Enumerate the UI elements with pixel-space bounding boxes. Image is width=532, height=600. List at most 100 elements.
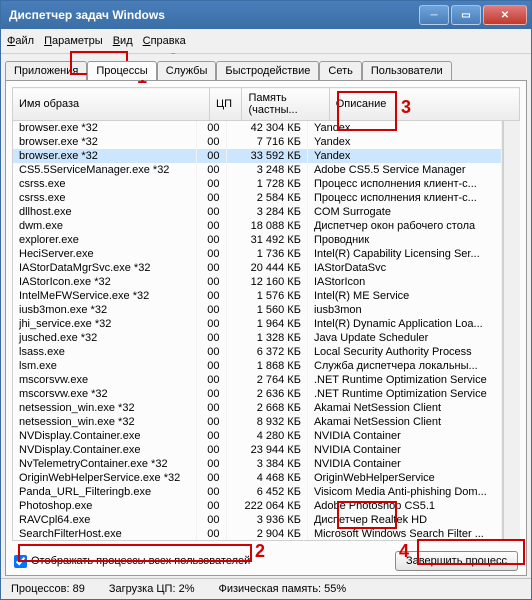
cell-cpu: 00 (197, 429, 226, 443)
cell-name: jusched.exe *32 (13, 331, 197, 345)
table-row[interactable]: NvTelemetryContainer.exe *32003 384 КБNV… (13, 457, 502, 471)
tab-performance[interactable]: Быстродействие (216, 61, 319, 80)
cell-desc: Local Security Authority Process (307, 345, 501, 359)
tab-network[interactable]: Сеть (319, 61, 361, 80)
table-row[interactable]: netsession_win.exe *32008 932 КБAkamai N… (13, 415, 502, 429)
show-all-users-input[interactable] (14, 555, 27, 568)
table-row[interactable]: HeciServer.exe001 736 КБIntel(R) Capabil… (13, 247, 502, 261)
tab-users[interactable]: Пользователи (362, 61, 452, 80)
cell-mem: 2 668 КБ (226, 401, 307, 415)
cell-mem: 12 160 КБ (226, 275, 307, 289)
table-row[interactable]: netsession_win.exe *32002 668 КБAkamai N… (13, 401, 502, 415)
cell-desc: NVIDIA Container (307, 457, 501, 471)
cell-desc: Intel(R) Dynamic Application Loa... (307, 317, 501, 331)
cell-name: explorer.exe (13, 233, 197, 247)
status-cpu: Загрузка ЦП: 2% (109, 583, 195, 595)
tab-processes[interactable]: Процессы (87, 61, 156, 80)
tab-applications[interactable]: Приложения (5, 61, 87, 80)
cell-name: browser.exe *32 (13, 121, 197, 135)
table-row[interactable]: csrss.exe002 584 КБПроцесс исполнения кл… (13, 191, 502, 205)
cell-desc: Процесс исполнения клиент-с... (307, 191, 501, 205)
table-row[interactable]: CS5.5ServiceManager.exe *32003 248 КБAdo… (13, 163, 502, 177)
close-button[interactable]: ✕ (483, 5, 527, 25)
menu-help[interactable]: Справка (143, 35, 186, 47)
cell-name: iusb3mon.exe *32 (13, 303, 197, 317)
cell-cpu: 00 (197, 149, 226, 163)
table-row[interactable]: IntelMeFWService.exe *32001 576 КБIntel(… (13, 289, 502, 303)
table-row[interactable]: lsm.exe001 868 КБСлужба диспетчера локал… (13, 359, 502, 373)
cell-mem: 31 492 КБ (226, 233, 307, 247)
cell-desc: .NET Runtime Optimization Service (307, 373, 501, 387)
cell-mem: 3 284 КБ (226, 205, 307, 219)
table-row[interactable]: explorer.exe0031 492 КБПроводник (13, 233, 502, 247)
menu-file[interactable]: Файл (7, 35, 34, 47)
table-row[interactable]: IAStorDataMgrSvc.exe *320020 444 КБIASto… (13, 261, 502, 275)
table-row[interactable]: Panda_URL_Filteringb.exe006 452 КБVisico… (13, 485, 502, 499)
title-bar: Диспетчер задач Windows ─ ▭ ✕ (1, 1, 531, 29)
menu-view[interactable]: Вид (113, 35, 133, 47)
column-description[interactable]: Описание (329, 88, 519, 121)
table-row[interactable]: mscorsvw.exe *32002 636 КБ.NET Runtime O… (13, 387, 502, 401)
column-name[interactable]: Имя образа (13, 88, 210, 121)
cell-name: netsession_win.exe *32 (13, 401, 197, 415)
cell-mem: 1 560 КБ (226, 303, 307, 317)
cell-cpu: 00 (197, 317, 226, 331)
table-row[interactable]: OriginWebHelperService.exe *32004 468 КБ… (13, 471, 502, 485)
cell-desc: Проводник (307, 233, 501, 247)
table-row[interactable]: browser.exe *320042 304 КБYandex (13, 121, 502, 135)
end-process-button[interactable]: Завершить процесс (395, 551, 518, 571)
cell-desc: OriginWebHelperService (307, 471, 501, 485)
menu-options[interactable]: Параметры (44, 35, 103, 47)
table-row[interactable]: mscorsvw.exe002 764 КБ.NET Runtime Optim… (13, 373, 502, 387)
table-row[interactable]: csrss.exe001 728 КБПроцесс исполнения кл… (13, 177, 502, 191)
table-row[interactable]: NVDisplay.Container.exe0023 944 КБNVIDIA… (13, 443, 502, 457)
cell-mem: 4 280 КБ (226, 429, 307, 443)
cell-cpu: 00 (197, 303, 226, 317)
cell-name: Photoshop.exe (13, 499, 197, 513)
vertical-scrollbar[interactable] (503, 121, 520, 541)
table-row[interactable]: jhi_service.exe *32001 964 КБIntel(R) Dy… (13, 317, 502, 331)
cell-cpu: 00 (197, 387, 226, 401)
table-row[interactable]: IAStorIcon.exe *320012 160 КБIAStorIcon (13, 275, 502, 289)
table-row[interactable]: dllhost.exe003 284 КБCOM Surrogate (13, 205, 502, 219)
tab-bar: Приложения Процессы Службы Быстродействи… (1, 54, 531, 80)
cell-desc: Yandex (307, 135, 501, 149)
cell-cpu: 00 (197, 233, 226, 247)
cell-cpu: 00 (197, 163, 226, 177)
show-all-users-checkbox[interactable]: Отображать процессы всех пользователей (14, 555, 250, 568)
cell-cpu: 00 (197, 359, 226, 373)
table-row[interactable]: lsass.exe006 372 КБLocal Security Author… (13, 345, 502, 359)
status-processes: Процессов: 89 (11, 583, 85, 595)
cell-name: lsm.exe (13, 359, 197, 373)
table-row[interactable]: Photoshop.exe00222 064 КБAdobe Photoshop… (13, 499, 502, 513)
cell-name: RAVCpl64.exe (13, 513, 197, 527)
cell-name: NvTelemetryContainer.exe *32 (13, 457, 197, 471)
cell-name: OriginWebHelperService.exe *32 (13, 471, 197, 485)
maximize-button[interactable]: ▭ (451, 5, 481, 25)
cell-name: csrss.exe (13, 177, 197, 191)
table-row[interactable]: SearchFilterHost.exe002 904 КБMicrosoft … (13, 527, 502, 541)
cell-cpu: 00 (197, 401, 226, 415)
table-row[interactable]: jusched.exe *32001 328 КБJava Update Sch… (13, 331, 502, 345)
table-row[interactable]: iusb3mon.exe *32001 560 КБiusb3mon (13, 303, 502, 317)
table-row[interactable]: NVDisplay.Container.exe004 280 КБNVIDIA … (13, 429, 502, 443)
table-row[interactable]: RAVCpl64.exe003 936 КБДиспетчер Realtek … (13, 513, 502, 527)
cell-desc: Yandex (307, 149, 501, 163)
column-cpu[interactable]: ЦП (209, 88, 242, 121)
minimize-button[interactable]: ─ (419, 5, 449, 25)
table-row[interactable]: browser.exe *32007 716 КБYandex (13, 135, 502, 149)
cell-desc: Intel(R) Capability Licensing Ser... (307, 247, 501, 261)
column-memory[interactable]: Память (частны... (242, 88, 329, 121)
cell-desc: IAStorDataSvc (307, 261, 501, 275)
tab-services[interactable]: Службы (157, 61, 217, 80)
cell-cpu: 00 (197, 177, 226, 191)
cell-mem: 1 736 КБ (226, 247, 307, 261)
cell-mem: 1 576 КБ (226, 289, 307, 303)
cell-cpu: 00 (197, 275, 226, 289)
menu-bar: Файл Параметры Вид Справка (1, 29, 531, 54)
table-row[interactable]: dwm.exe0018 088 КБДиспетчер окон рабочег… (13, 219, 502, 233)
status-bar: Процессов: 89 Загрузка ЦП: 2% Физическая… (1, 578, 531, 599)
cell-mem: 4 468 КБ (226, 471, 307, 485)
cell-cpu: 00 (197, 373, 226, 387)
table-row[interactable]: browser.exe *320033 592 КБYandex (13, 149, 502, 163)
